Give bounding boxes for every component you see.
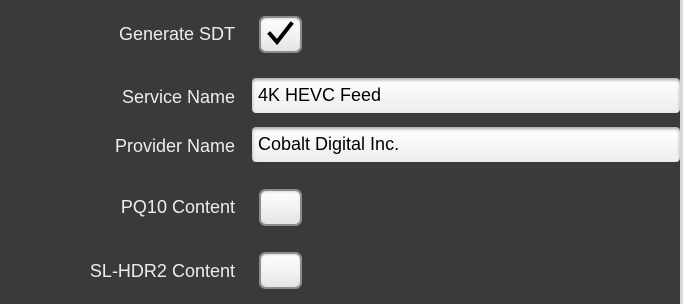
checkmark-icon: [267, 21, 294, 46]
pq10-content-label: PQ10 Content: [120, 197, 235, 217]
generate-sdt-checkbox[interactable]: [259, 16, 302, 53]
settings-panel: Generate SDT Service Name Provider Name …: [0, 0, 683, 304]
pq10-content-checkbox[interactable]: [259, 189, 302, 226]
provider-name-label: Provider Name: [114, 136, 235, 156]
provider-name-input[interactable]: [252, 127, 680, 162]
sl-hdr2-content-checkbox[interactable]: [259, 252, 302, 289]
service-name-input[interactable]: [252, 78, 680, 113]
sl-hdr2-content-label: SL-HDR2 Content: [89, 261, 235, 281]
service-name-label: Service Name: [121, 87, 235, 107]
generate-sdt-label: Generate SDT: [118, 24, 235, 44]
